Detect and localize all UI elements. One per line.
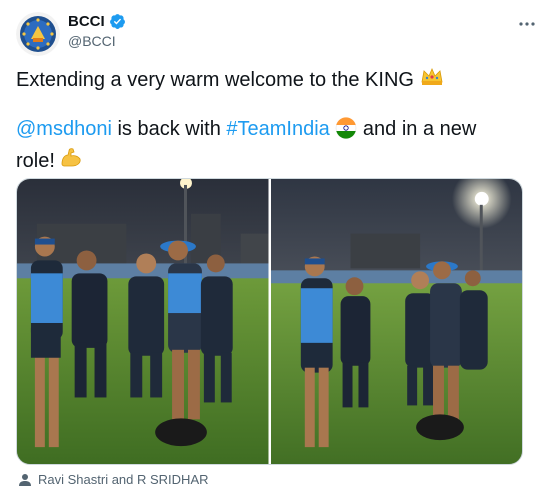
tweet-text-role: role! — [16, 149, 55, 172]
media-grid — [16, 178, 523, 465]
verified-badge-icon — [109, 13, 126, 30]
avatar[interactable] — [16, 12, 60, 56]
tweet-text-end: and in a new — [362, 118, 477, 140]
more-options-icon[interactable] — [517, 14, 537, 34]
india-flag-emoji-icon — [335, 117, 357, 146]
training-photo-left — [17, 179, 269, 464]
crown-emoji-icon — [420, 66, 444, 93]
tweet-text-middle: is back with — [111, 118, 227, 140]
mention-link[interactable]: @msdhoni — [16, 118, 112, 140]
tagged-people[interactable]: Ravi Shastri and R SRIDHAR — [18, 472, 209, 487]
tweet-text: Extending a very warm welcome to the KIN… — [16, 66, 536, 175]
flexed-biceps-emoji-icon — [59, 146, 83, 175]
person-icon — [18, 473, 32, 487]
tweet-text-intro: Extending a very warm welcome to the KIN… — [16, 68, 414, 91]
tweet-card: BCCI @BCCI Extending a very warm welcome… — [0, 0, 559, 501]
bcci-logo-icon — [16, 12, 60, 56]
tagged-people-text: Ravi Shastri and R SRIDHAR — [38, 472, 209, 487]
photo-right[interactable] — [270, 179, 522, 464]
account-handle[interactable]: @BCCI — [68, 33, 116, 49]
training-photo-right — [270, 179, 522, 464]
hashtag-link[interactable]: #TeamIndia — [226, 118, 329, 140]
photo-left[interactable] — [17, 179, 269, 464]
display-name[interactable]: BCCI — [68, 13, 105, 30]
